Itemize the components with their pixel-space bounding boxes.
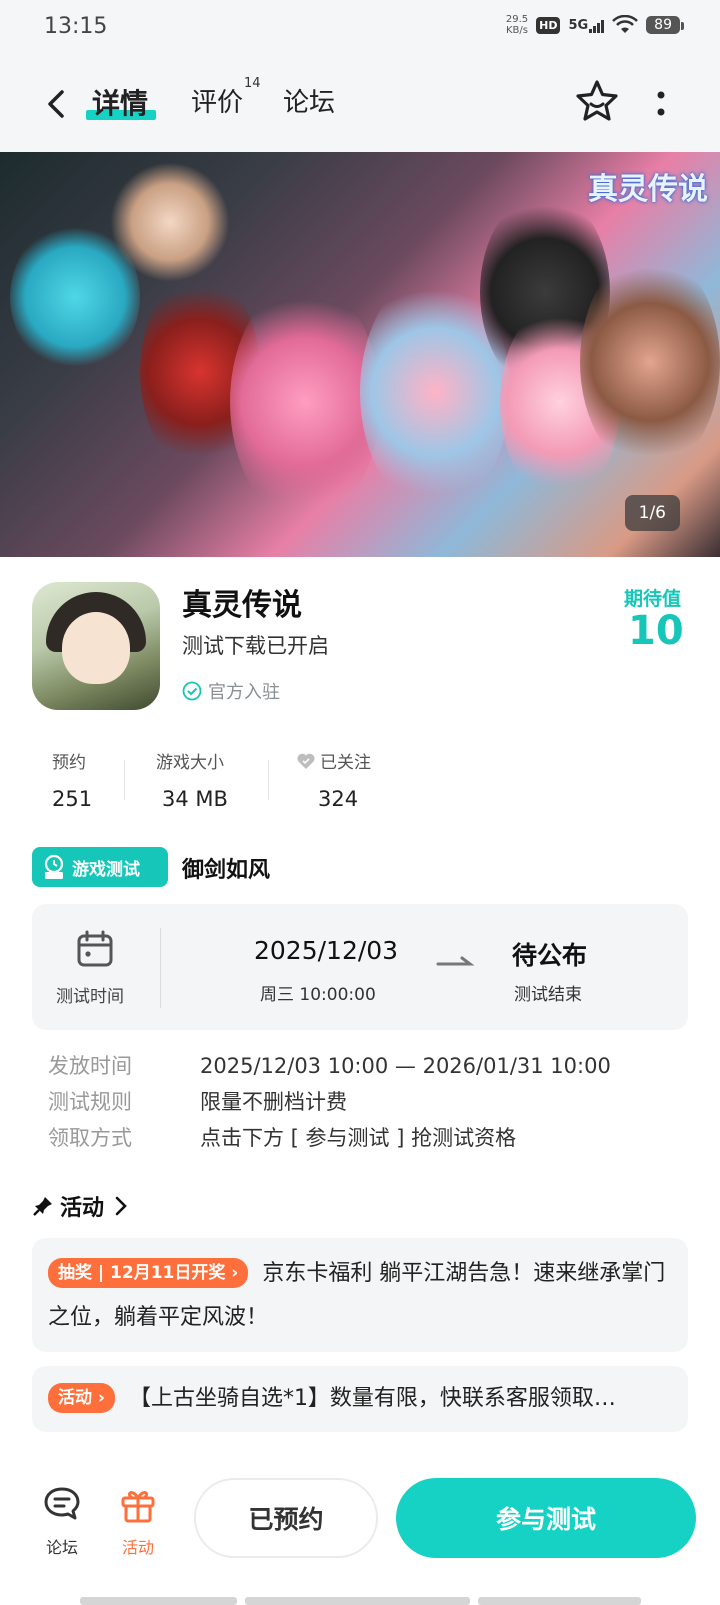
activity-card[interactable]: 抽奖 | 12月11日开奖 › 京东卡福利 躺平江湖告急！速来继承掌门之位，躺着平… [32, 1238, 688, 1352]
stat-label-row: 已关注 [296, 748, 371, 773]
stat-value: 324 [318, 787, 359, 811]
network-speed-value: 29.5 [505, 14, 529, 25]
tab-forum[interactable]: 论坛 [283, 82, 335, 119]
test-time-card: 测试时间 2025/12/03 周三 10:00:00 待公布 测试结束 [32, 904, 688, 1030]
reserved-button[interactable]: 已预约 [194, 1478, 378, 1558]
status-bar: 13:15 29.5 KB/s HD 5G 89 [0, 0, 720, 56]
banner-art [110, 162, 230, 282]
banner-art [230, 282, 380, 522]
activity-text: 【上古坐骑自选*1】数量有限，快联系客服领取… [128, 1386, 616, 1411]
gesture-bar [478, 1597, 641, 1605]
hd-icon: HD [536, 16, 561, 34]
activity-tag: 活动 › [48, 1383, 115, 1413]
gift-icon [121, 1491, 155, 1523]
test-time-label: 测试时间 [56, 987, 124, 1007]
activity-title: 活动 [60, 1196, 105, 1221]
stat-label: 预约 [52, 753, 86, 773]
stat-game-size: 游戏大小 34 MB [156, 748, 228, 811]
game-test-badge: 游戏测试 [32, 847, 168, 887]
chevron-right-icon [115, 1196, 127, 1216]
stat-value: 34 MB [162, 787, 228, 811]
bottom-activity-button[interactable]: 活动 [114, 1484, 162, 1558]
app-name: 真灵传说 [182, 588, 302, 623]
favorite-star-icon[interactable] [574, 78, 620, 124]
stat-reservations: 预约 251 [52, 748, 92, 811]
app-subtitle: 测试下载已开启 [182, 634, 329, 658]
stat-value: 251 [52, 787, 93, 811]
activity-tag-label: 抽奖 | 12月11日开奖 [58, 1263, 226, 1283]
test-end-label: 测试结束 [514, 985, 582, 1005]
tab-reviews[interactable]: 评价 [191, 82, 243, 119]
app-icon [32, 582, 160, 710]
pin-icon [33, 1197, 52, 1216]
stat-divider [124, 760, 125, 800]
official-badge: 官方入驻 [182, 678, 280, 704]
game-logo: 真灵传说 [588, 172, 708, 207]
banner-carousel[interactable]: 真灵传说 1/6 [0, 152, 720, 557]
info-key: 发放时间 [48, 1054, 132, 1078]
arrow-right-icon [436, 956, 474, 966]
signal-icon: 5G [568, 17, 605, 33]
activity-section-header[interactable]: 活动 [32, 1190, 132, 1222]
network-speed: 29.5 KB/s [506, 14, 528, 36]
official-label: 官方入驻 [208, 682, 280, 703]
bottom-forum-button[interactable]: 论坛 [38, 1484, 86, 1558]
game-test-badge-label: 游戏测试 [72, 859, 140, 880]
gesture-bar [245, 1597, 470, 1605]
battery-icon: 89 [646, 16, 684, 34]
review-count: 14 [244, 76, 261, 91]
activity-label: 活动 [121, 1538, 154, 1557]
info-value: 2025/12/03 10:00 — 2026/01/31 10:00 [200, 1054, 611, 1078]
more-icon[interactable] [657, 90, 665, 120]
banner-art [580, 252, 720, 472]
verified-check-icon [182, 681, 202, 701]
test-clock-icon [44, 854, 64, 879]
heart-icon [297, 753, 315, 769]
test-start-date: 2025/12/03 [254, 936, 399, 965]
test-end-status: 待公布 [512, 941, 588, 970]
status-time: 13:15 [44, 14, 108, 39]
gesture-bar [80, 1597, 237, 1605]
stat-label: 游戏大小 [156, 753, 224, 773]
top-nav: 详情 评价 14 论坛 [0, 56, 720, 152]
info-row-claim-method: 领取方式 点击下方 [ 参与测试 ] 抢测试资格 [48, 1122, 516, 1152]
banner-page-counter: 1/6 [624, 495, 680, 531]
activity-tag-label: 活动 [58, 1388, 92, 1408]
forum-chat-icon [44, 1487, 80, 1520]
info-key: 领取方式 [48, 1126, 132, 1150]
expectation-label: 期待值 [624, 588, 682, 610]
info-row-release-time: 发放时间 2025/12/03 10:00 — 2026/01/31 10:00 [48, 1050, 611, 1080]
activity-content: 抽奖 | 12月11日开奖 › 京东卡福利 躺平江湖告急！速来继承掌门之位，躺着平… [48, 1252, 674, 1340]
test-start-detail: 周三 10:00:00 [260, 985, 376, 1005]
card-divider [160, 928, 161, 1008]
join-test-button[interactable]: 参与测试 [396, 1478, 696, 1558]
test-name: 御剑如风 [182, 858, 271, 883]
info-value: 点击下方 [ 参与测试 ] 抢测试资格 [200, 1126, 517, 1150]
info-row-rules: 测试规则 限量不删档计费 [48, 1086, 347, 1116]
tab-details[interactable]: 详情 [92, 82, 148, 122]
network-speed-unit: KB/s [505, 25, 528, 36]
activity-content: 活动 › 【上古坐骑自选*1】数量有限，快联系客服领取… [48, 1377, 678, 1421]
expectation-value: 10 [628, 608, 684, 654]
forum-label: 论坛 [45, 1538, 78, 1557]
network-type: 5G [568, 17, 589, 33]
wifi-icon [612, 15, 639, 33]
stat-divider [268, 760, 269, 800]
stat-followers[interactable]: 已关注 324 [296, 748, 371, 811]
calendar-icon [77, 930, 113, 967]
activity-tag: 抽奖 | 12月11日开奖 › [48, 1258, 249, 1288]
activity-card[interactable]: 活动 › 【上古坐骑自选*1】数量有限，快联系客服领取… [32, 1366, 688, 1432]
info-value: 限量不删档计费 [200, 1090, 347, 1114]
back-icon[interactable] [40, 84, 74, 124]
status-icons: 29.5 KB/s HD 5G 89 [506, 14, 684, 36]
stat-label: 已关注 [320, 753, 371, 773]
info-key: 测试规则 [48, 1090, 132, 1114]
